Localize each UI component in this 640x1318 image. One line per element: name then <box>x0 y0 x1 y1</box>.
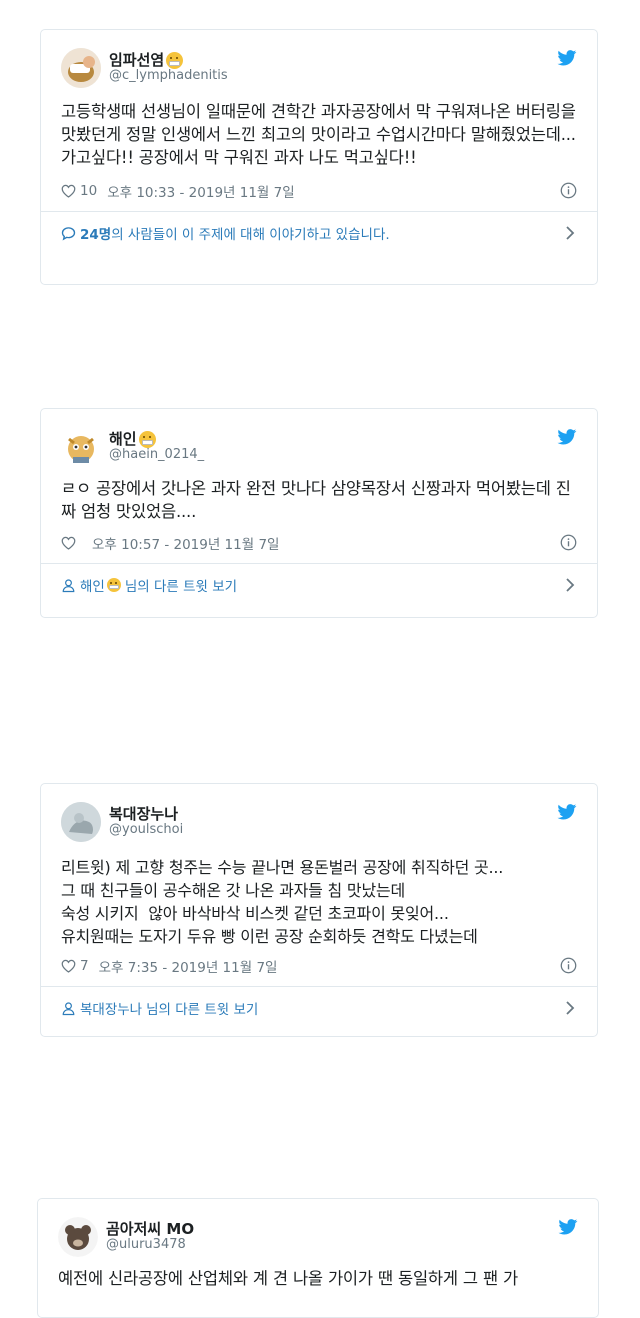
tweet-text: 예전에 신라공장에 산업체와 계 견 나올 가이가 땐 동일하게 그 팬 가 <box>58 1269 518 1288</box>
person-icon <box>62 1001 75 1015</box>
footer-text: 님의 다른 트윗 보기 <box>146 1002 259 1018</box>
tweet-card: 해인 @haein_0214_ ㄹㅇ 공장에서 갓나온 과자 완전 맛나다 삼양… <box>40 408 598 618</box>
tweet-text-line: 리트윗) 제 고향 청주는 수능 끝나면 용돈벌러 공장에 취직하던 곳... <box>61 858 504 877</box>
tweet-meta: 오후 10:57 - 2019년 11월 7일 <box>61 533 577 553</box>
heart-icon[interactable] <box>61 959 76 973</box>
timestamp[interactable]: 오후 10:33 - 2019년 11월 7일 <box>107 181 294 201</box>
author-name[interactable]: 곰아저씨 MO <box>106 1220 194 1238</box>
info-icon[interactable] <box>560 957 577 974</box>
chevron-right-icon <box>566 578 575 592</box>
tweet-card: 곰아저씨 MO @uluru3478 예전에 신라공장에 산업체와 계 견 나올… <box>37 1198 599 1318</box>
like-count: 10 <box>80 183 98 199</box>
conversation-count: 24명 <box>80 227 112 243</box>
heart-icon[interactable] <box>61 536 76 550</box>
timestamp[interactable]: 오후 7:35 - 2019년 11월 7일 <box>99 956 278 976</box>
author-name-text: 해인 <box>109 429 137 448</box>
info-icon[interactable] <box>560 182 577 199</box>
person-icon <box>62 578 75 592</box>
avatar[interactable] <box>61 427 101 467</box>
footer-author-name: 해인 <box>80 579 105 595</box>
tweet-card: 복대장누나 @youlschoi 리트윗) 제 고향 청주는 수능 끝나면 용돈… <box>40 783 598 1037</box>
footer-text: 님의 다른 트윗 보기 <box>124 579 238 595</box>
author-handle[interactable]: @youlschoi <box>109 822 183 838</box>
tweet-header: 복대장누나 @youlschoi <box>61 802 577 842</box>
tweet-meta: 10 오후 10:33 - 2019년 11월 7일 <box>61 181 577 201</box>
tweet-header: 해인 @haein_0214_ <box>61 427 577 467</box>
face-mask-emoji <box>138 431 156 449</box>
author-handle[interactable]: @c_lymphadenitis <box>109 68 228 84</box>
chevron-right-icon <box>566 226 575 240</box>
info-icon[interactable] <box>560 534 577 551</box>
tweet-header: 임파선염 @c_lymphadenitis <box>61 48 577 88</box>
tweet-meta: 7 오후 7:35 - 2019년 11월 7일 <box>61 956 577 976</box>
timestamp[interactable]: 오후 10:57 - 2019년 11월 7일 <box>92 533 279 553</box>
more-tweets-link[interactable]: 해인 님의 다른 트윗 보기 <box>41 563 597 606</box>
conversation-link[interactable]: 24명 의 사람들이 이 주제에 대해 이야기하고 있습니다. <box>41 211 597 254</box>
tweet-card: 임파선염 @c_lymphadenitis 고등학생때 선생님이 일때문에 견학… <box>40 29 598 285</box>
tweet-text-line: 유치원때는 도자기 두유 빵 이런 공장 순회하듯 견학도 다녔는데 <box>61 927 478 946</box>
face-mask-emoji <box>106 578 121 592</box>
twitter-bird-icon[interactable] <box>557 804 577 820</box>
author-name[interactable]: 해인 <box>109 429 204 449</box>
tweet-text-line: 그 때 친구들이 공수해온 갓 나온 과자들 침 맛났는데 <box>61 881 406 900</box>
tweet-header: 곰아저씨 MO @uluru3478 <box>58 1217 578 1257</box>
twitter-bird-icon[interactable] <box>557 429 577 445</box>
author-name[interactable]: 임파선염 <box>109 50 228 70</box>
avatar[interactable] <box>61 48 101 88</box>
avatar[interactable] <box>61 802 101 842</box>
tweet-text-line: 숙성 시키지 않아 바삭바삭 비스켓 같던 초코파이 못잊어... <box>61 904 449 923</box>
footer-author-name: 복대장누나 <box>80 1002 143 1018</box>
tweet-text: 리트윗) 제 고향 청주는 수능 끝나면 용돈벌러 공장에 취직하던 곳... … <box>61 856 577 948</box>
tweet-text: ㄹㅇ 공장에서 갓나온 과자 완전 맛나다 삼양목장서 신짱과자 먹어봤는데 진… <box>61 479 571 521</box>
chevron-right-icon <box>566 1001 575 1015</box>
author-handle[interactable]: @uluru3478 <box>106 1237 194 1253</box>
face-mask-emoji <box>166 52 184 70</box>
tweet-text: 고등학생때 선생님이 일때문에 견학간 과자공장에서 막 구워져나온 버터링을 … <box>61 102 576 167</box>
author-name-text: 임파선염 <box>109 50 165 69</box>
conversation-text: 의 사람들이 이 주제에 대해 이야기하고 있습니다. <box>111 227 390 243</box>
heart-icon[interactable] <box>61 184 76 198</box>
like-count: 7 <box>80 958 89 974</box>
avatar[interactable] <box>58 1217 98 1257</box>
twitter-bird-icon[interactable] <box>557 50 577 66</box>
author-handle[interactable]: @haein_0214_ <box>109 447 204 463</box>
more-tweets-link[interactable]: 복대장누나 님의 다른 트윗 보기 <box>41 986 597 1029</box>
author-name[interactable]: 복대장누나 <box>109 805 183 823</box>
twitter-bird-icon[interactable] <box>558 1219 578 1235</box>
speech-bubble-icon <box>61 226 76 241</box>
